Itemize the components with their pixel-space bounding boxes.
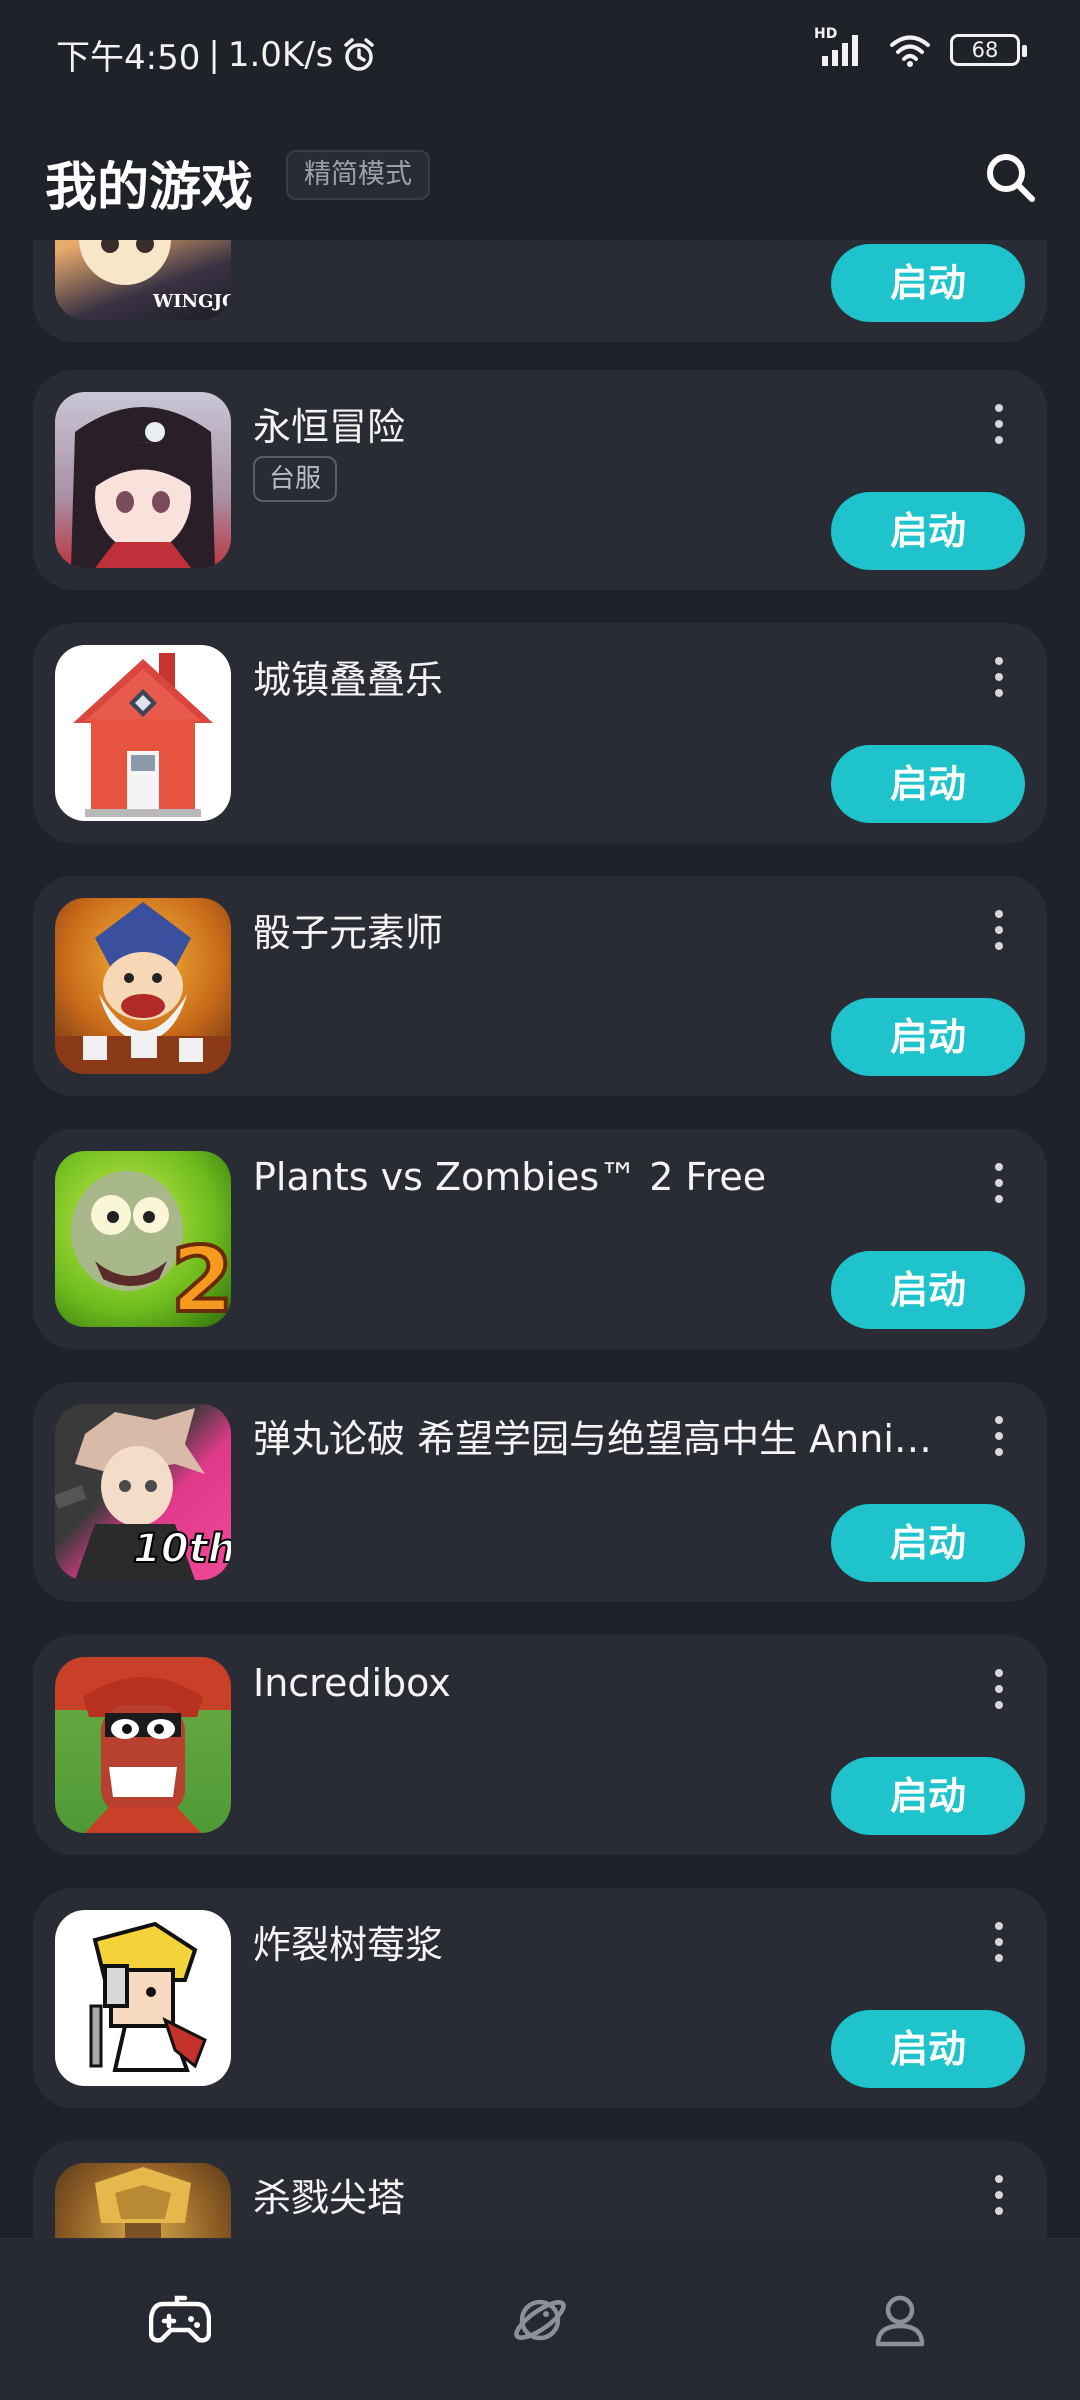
launch-button[interactable]: 启动 [831,745,1025,823]
more-options-icon[interactable] [989,657,1009,697]
page-title: 我的游戏 [45,158,254,218]
game-name: 骰子元素师 [253,911,444,955]
game-icon-slay-the-spire[interactable] [55,2163,231,2238]
game-icon-town-stack[interactable] [55,645,231,821]
game-name: 城镇叠叠乐 [253,658,444,702]
status-net-speed: 1.0K/s [227,34,334,75]
pvz-number: 2 [171,1228,231,1327]
nav-tab-profile[interactable] [860,2280,940,2360]
more-options-icon[interactable] [989,404,1009,444]
hd-label: HD [814,26,838,42]
game-icon-danganronpa[interactable]: 10th [55,1404,231,1580]
game-icon-pvz2[interactable]: 2 [55,1151,231,1327]
game-icon-eternal-adventure[interactable] [55,392,231,568]
game-list[interactable]: WINGJOY 启动 永恒冒险 台服 启动 [0,240,1080,2238]
status-right: HD 68 [814,26,1027,68]
gamepad-icon [149,2295,211,2343]
planet-icon [514,2299,566,2340]
profile-icon [875,2295,925,2346]
signal-icon: HD [814,26,870,68]
simple-mode-toggle[interactable]: 精简模式 [286,150,430,200]
launch-button[interactable]: 启动 [831,1757,1025,1835]
status-time: 下午4:50 [56,38,201,78]
launch-button[interactable]: 启动 [831,492,1025,570]
game-card: 骰子元素师 启动 [33,876,1047,1096]
more-options-icon[interactable] [989,1416,1009,1456]
app-header: 我的游戏 精简模式 [0,105,1080,240]
more-options-icon[interactable] [989,910,1009,950]
game-card: Incredibox 启动 [33,1635,1047,1855]
launch-button[interactable]: 启动 [831,1251,1025,1329]
launch-button[interactable]: 启动 [831,2010,1025,2088]
game-card: 杀戮尖塔 启动 [33,2141,1047,2238]
battery-indicator: 68 [950,34,1027,66]
game-card: WINGJOY 启动 [33,240,1047,342]
game-card: 炸裂树莓浆 启动 [33,1888,1047,2108]
bottom-nav [0,2238,1080,2400]
status-divider: | [208,34,220,75]
game-card: 10th 弹丸论破 希望学园与绝望高中生 Anni… 启动 [33,1382,1047,1602]
game-icon-wingjoy[interactable]: WINGJOY [55,240,231,320]
game-card: 2 Plants vs Zombies™ 2 Free 启动 [33,1129,1047,1349]
game-name: Plants vs Zombies™ 2 Free [253,1155,767,1199]
game-name: Incredibox [253,1661,451,1705]
game-name: 永恒冒险 [253,405,406,449]
game-name: 炸裂树莓浆 [253,1923,444,1967]
wingjoy-text: WINGJOY [152,291,231,312]
nav-tab-my-games[interactable] [140,2280,220,2360]
status-bar: 下午4:50 | 1.0K/s HD 68 [0,0,1080,105]
game-tag: 台服 [253,456,338,502]
more-options-icon[interactable] [989,1163,1009,1203]
game-icon-dice-elementalist[interactable] [55,898,231,1074]
wifi-icon [890,35,930,67]
search-button[interactable] [980,147,1040,207]
game-card: 城镇叠叠乐 启动 [33,623,1047,843]
nav-tab-discover[interactable] [500,2280,580,2360]
game-name: 弹丸论破 希望学园与绝望高中生 Anni… [253,1417,932,1461]
alarm-icon [344,37,375,71]
anniversary-badge: 10th [133,1526,231,1572]
game-icon-raspberry-mash[interactable] [55,1910,231,2086]
game-card: 永恒冒险 台服 启动 [33,370,1047,590]
more-options-icon[interactable] [989,1922,1009,1962]
game-name: 杀戮尖塔 [253,2176,406,2220]
more-options-icon[interactable] [989,2175,1009,2215]
launch-button[interactable]: 启动 [831,1504,1025,1582]
launch-button[interactable]: 启动 [831,244,1025,322]
more-options-icon[interactable] [989,1669,1009,1709]
game-icon-incredibox[interactable] [55,1657,231,1833]
launch-button[interactable]: 启动 [831,998,1025,1076]
search-icon [987,154,1035,202]
status-left: 下午4:50 | 1.0K/s [56,30,377,79]
